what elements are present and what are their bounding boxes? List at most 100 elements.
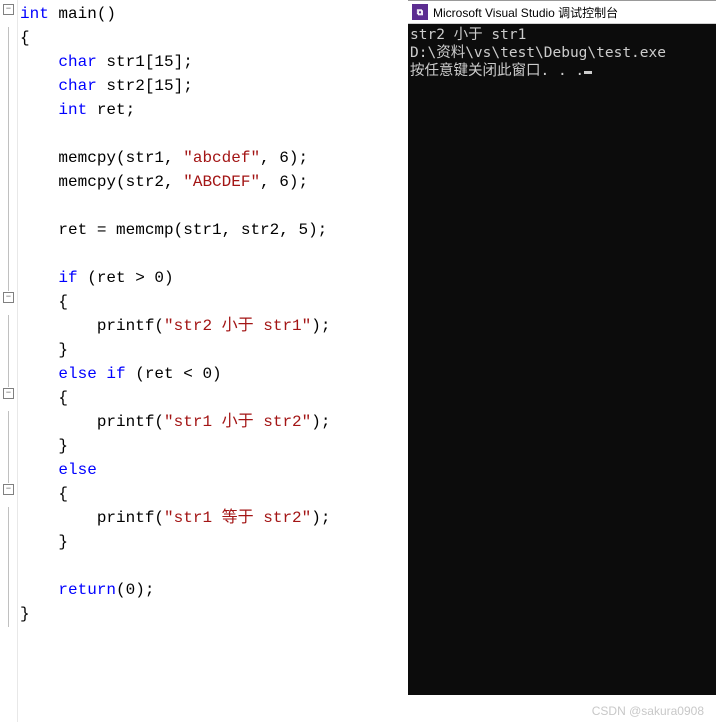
code-line[interactable]: int main() <box>20 2 406 26</box>
code-line[interactable] <box>20 554 406 578</box>
code-token: char <box>58 53 96 71</box>
code-token: 15 <box>154 53 173 71</box>
console-titlebar[interactable]: ⧉ Microsoft Visual Studio 调试控制台 <box>408 1 716 24</box>
code-line[interactable] <box>20 122 406 146</box>
code-token: "ABCDEF" <box>183 173 260 191</box>
code-line[interactable]: char str2[15]; <box>20 74 406 98</box>
code-token: "str1 小于 str2" <box>164 413 311 431</box>
code-token: str1[ <box>97 53 155 71</box>
code-token: ]; <box>174 77 193 95</box>
code-line[interactable]: char str1[15]; <box>20 50 406 74</box>
console-output: str2 小于 str1D:\资料\vs\test\Debug\test.exe… <box>408 24 716 695</box>
code-line[interactable]: } <box>20 602 406 626</box>
code-token: } <box>20 437 68 455</box>
code-token: ); <box>289 149 308 167</box>
code-line[interactable]: { <box>20 386 406 410</box>
code-token: { <box>20 293 68 311</box>
cursor-icon <box>584 71 592 74</box>
code-token: memcpy(str1, <box>20 149 183 167</box>
vs-icon: ⧉ <box>412 4 428 20</box>
fold-gutter: − − − − <box>0 0 18 722</box>
code-line[interactable]: int ret; <box>20 98 406 122</box>
code-line[interactable]: memcpy(str2, "ABCDEF", 6); <box>20 170 406 194</box>
code-token: 15 <box>154 77 173 95</box>
code-token: ); <box>311 317 330 335</box>
code-line[interactable]: } <box>20 338 406 362</box>
code-line[interactable]: else <box>20 458 406 482</box>
code-token: if <box>58 269 77 287</box>
watermark: CSDN @sakura0908 <box>592 704 704 718</box>
code-area[interactable]: int main(){ char str1[15]; char str2[15]… <box>18 0 408 722</box>
console-line: str2 小于 str1 <box>410 26 714 44</box>
code-line[interactable]: { <box>20 290 406 314</box>
code-token: ( <box>116 581 126 599</box>
code-token: else <box>58 461 96 479</box>
code-token: ) <box>164 269 174 287</box>
code-token: } <box>20 533 68 551</box>
fold-toggle-icon[interactable]: − <box>3 292 14 303</box>
code-line[interactable]: printf("str2 小于 str1"); <box>20 314 406 338</box>
code-token: if <box>106 365 125 383</box>
code-token: 6 <box>279 173 289 191</box>
code-token: 0 <box>154 269 164 287</box>
code-token: main() <box>49 5 116 23</box>
code-token <box>20 365 58 383</box>
code-token: char <box>58 77 96 95</box>
code-token: ); <box>311 413 330 431</box>
code-token <box>20 101 58 119</box>
code-token: 5 <box>298 221 308 239</box>
code-token: ); <box>289 173 308 191</box>
code-token: 0 <box>202 365 212 383</box>
code-token: return <box>58 581 116 599</box>
code-line[interactable]: return(0); <box>20 578 406 602</box>
code-token <box>20 581 58 599</box>
code-token: int <box>20 5 49 23</box>
code-line[interactable]: { <box>20 482 406 506</box>
code-line[interactable]: ret = memcmp(str1, str2, 5); <box>20 218 406 242</box>
code-token: , <box>260 173 279 191</box>
code-token: (ret > <box>78 269 155 287</box>
code-token: printf( <box>20 317 164 335</box>
fold-toggle-icon[interactable]: − <box>3 4 14 15</box>
code-token: ret = memcmp(str1, str2, <box>20 221 298 239</box>
console-line: 按任意键关闭此窗口. . . <box>410 62 714 80</box>
code-token: ) <box>212 365 222 383</box>
fold-toggle-icon[interactable]: − <box>3 388 14 399</box>
code-token: 6 <box>279 149 289 167</box>
code-token: ret; <box>87 101 135 119</box>
code-line[interactable]: { <box>20 26 406 50</box>
code-token: str2[ <box>97 77 155 95</box>
code-token: , <box>260 149 279 167</box>
code-token: (ret < <box>126 365 203 383</box>
code-token: } <box>20 605 30 623</box>
code-token: { <box>20 485 68 503</box>
code-token: memcpy(str2, <box>20 173 183 191</box>
code-line[interactable]: memcpy(str1, "abcdef", 6); <box>20 146 406 170</box>
code-line[interactable] <box>20 194 406 218</box>
code-token <box>20 77 58 95</box>
code-token <box>97 365 107 383</box>
code-token: 0 <box>126 581 136 599</box>
code-line[interactable]: printf("str1 等于 str2"); <box>20 506 406 530</box>
code-token <box>20 53 58 71</box>
fold-toggle-icon[interactable]: − <box>3 484 14 495</box>
code-token: int <box>58 101 87 119</box>
code-editor[interactable]: −−−− int main(){ char str1[15]; char str… <box>0 0 408 722</box>
code-line[interactable]: printf("str1 小于 str2"); <box>20 410 406 434</box>
code-line[interactable] <box>20 242 406 266</box>
code-token: "str2 小于 str1" <box>164 317 311 335</box>
code-token: { <box>20 389 68 407</box>
code-token <box>20 461 58 479</box>
code-token: ]; <box>174 53 193 71</box>
code-token: ); <box>311 509 330 527</box>
code-line[interactable]: else if (ret < 0) <box>20 362 406 386</box>
code-token: printf( <box>20 413 164 431</box>
code-token: else <box>58 365 96 383</box>
code-token: ); <box>308 221 327 239</box>
code-token: "str1 等于 str2" <box>164 509 311 527</box>
code-line[interactable]: if (ret > 0) <box>20 266 406 290</box>
code-line[interactable]: } <box>20 434 406 458</box>
code-line[interactable]: } <box>20 530 406 554</box>
code-token: { <box>20 29 30 47</box>
code-token: } <box>20 341 68 359</box>
